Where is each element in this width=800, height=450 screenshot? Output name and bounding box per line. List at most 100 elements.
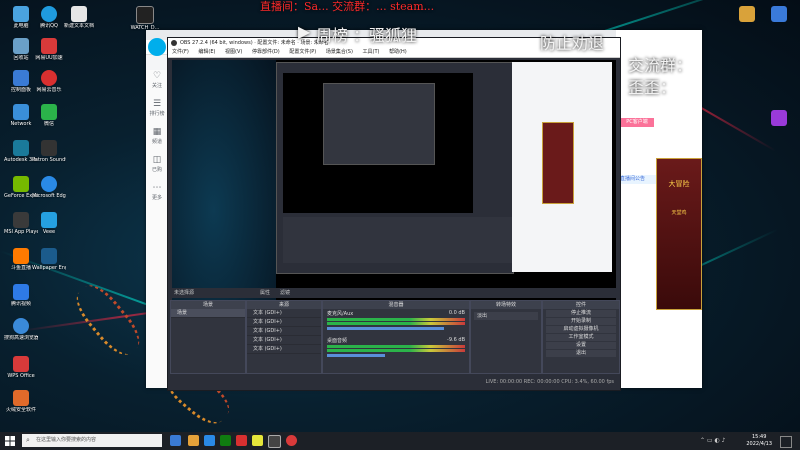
menu-file[interactable]: 文件(F) xyxy=(172,49,189,55)
menu-profile[interactable]: 配置文件(P) xyxy=(289,49,316,55)
channel-icon: ▦ xyxy=(152,127,162,137)
desktop-icon-watch-dogs[interactable]: WATCH_D... xyxy=(128,6,162,31)
source-item[interactable]: 文本 (GDI+) xyxy=(247,309,321,318)
notification-icon[interactable] xyxy=(780,436,792,448)
mixer-channel-label: 桌面音频 -9.6 dB xyxy=(327,337,465,344)
desktop-icon-qq[interactable]: 腾讯QQ xyxy=(32,6,66,29)
soundtrack-icon xyxy=(41,140,57,156)
desktop-icon-uu[interactable]: 网易UU加速 xyxy=(32,38,66,61)
menu-docks[interactable]: 停靠部件(D) xyxy=(252,49,280,55)
mixer-channel-label: 麦克风/Aux 0.0 dB xyxy=(327,310,465,317)
task-view-icon[interactable] xyxy=(170,435,181,446)
taskbar-clock[interactable]: 15:49 2022/4/13 xyxy=(746,434,772,448)
desktop-icon-top-right[interactable] xyxy=(762,6,796,22)
nested-preview-screen xyxy=(283,73,473,213)
source-item[interactable]: 文本 (GDI+) xyxy=(247,336,321,345)
virtual-camera-button[interactable]: 启动虚拟摄像机 xyxy=(546,326,616,333)
mixer-meter xyxy=(327,318,465,321)
search-icon: ⌕ xyxy=(26,436,30,444)
scene-item[interactable]: 场景 xyxy=(171,309,245,318)
nested-preview-inner xyxy=(323,83,435,165)
source-item[interactable]: 文本 (GDI+) xyxy=(247,345,321,354)
studio-mode-button[interactable]: 工作室模式 xyxy=(546,334,616,341)
wechat-icon xyxy=(41,104,57,120)
overlay-yy: 歪歪： xyxy=(628,78,677,97)
settings-button[interactable]: 设置 xyxy=(546,342,616,349)
3dsmax-icon xyxy=(13,140,29,156)
pc-client-button[interactable]: PC客户端 xyxy=(620,118,654,127)
menu-view[interactable]: 视图(V) xyxy=(225,49,242,55)
sidebar-item-rank[interactable]: ☰ 排行榜 xyxy=(146,98,168,126)
desktop-icon-netease-music[interactable]: 网易云音乐 xyxy=(32,70,66,93)
sidebar-item-purchased[interactable]: ◫ 已购 xyxy=(146,154,168,182)
nvidia-icon xyxy=(13,176,29,192)
overlay-warning: 防止劝退 xyxy=(540,34,605,53)
desktop-icon-sogou-browser[interactable]: 搜狗高速浏览器 xyxy=(4,318,38,341)
file-explorer-icon[interactable] xyxy=(188,435,199,446)
properties-button[interactable]: 属性 xyxy=(260,288,270,298)
audio-mixer-dock: 混音器 麦克风/Aux 0.0 dB 桌面音频 -9.6 dB xyxy=(322,300,470,374)
rank-icon: ☰ xyxy=(152,99,162,109)
menu-scene-collection[interactable]: 场景集合(S) xyxy=(326,49,353,55)
exit-button[interactable]: 退出 xyxy=(546,350,616,357)
desktop-icon-top-right[interactable] xyxy=(762,110,796,126)
obs-preview[interactable] xyxy=(172,60,616,310)
sidebar-item-channel[interactable]: ▦ 频道 xyxy=(146,126,168,154)
stop-streaming-button[interactable]: 停止推流 xyxy=(546,310,616,317)
notice-tab[interactable]: 直播间公告 xyxy=(620,175,660,184)
overlay-top-text: 直播间：Sa... 交流群：... steam... xyxy=(260,0,435,13)
scenes-dock: 场景 场景 xyxy=(170,300,246,374)
start-recording-button[interactable]: 开始录制 xyxy=(546,318,616,325)
volume-slider[interactable] xyxy=(327,354,386,357)
document-icon xyxy=(71,6,87,22)
mixer-meter xyxy=(327,322,465,325)
bilibili-logo[interactable] xyxy=(148,38,166,56)
edge-icon xyxy=(41,176,57,192)
xbox-icon[interactable] xyxy=(220,435,231,446)
windows-start-icon[interactable] xyxy=(5,436,15,446)
overlay-left-marker: ▶ xyxy=(298,22,311,41)
tray-icons[interactable]: ⌃ ▭ ◐ ♪ xyxy=(700,437,725,444)
source-item[interactable]: 文本 (GDI+) xyxy=(247,318,321,327)
desktop-icon-top-right[interactable] xyxy=(730,6,764,22)
nested-gift-banner xyxy=(542,122,574,204)
gift-banner[interactable]: 大冒险 天堂鸡 xyxy=(656,158,702,310)
desktop-icon-wps[interactable]: WPS Office xyxy=(4,356,38,379)
menu-tools[interactable]: 工具(T) xyxy=(363,49,380,55)
computer-icon xyxy=(13,6,29,22)
music-icon xyxy=(41,70,57,86)
obs-taskbar-icon[interactable] xyxy=(268,435,281,448)
desktop-icon-huorong[interactable]: 火绒安全软件 xyxy=(4,390,38,413)
app-icon xyxy=(771,110,787,126)
nested-obs-preview xyxy=(276,62,514,274)
transitions-dock: 转场特效 淡出 xyxy=(470,300,542,374)
taskbar-app-icon[interactable] xyxy=(252,435,263,446)
desktop-icon-edge[interactable]: Microsoft Edge xyxy=(32,176,66,199)
sidebar-item-follow[interactable]: ♡ 关注 xyxy=(146,70,168,98)
desktop-icon-wallpaper-engine[interactable]: Wallpaper Engine xyxy=(32,248,66,271)
menu-help[interactable]: 帮助(H) xyxy=(389,49,407,55)
desktop-icon-tencent-video[interactable]: 腾讯视频 xyxy=(4,284,38,307)
network-icon xyxy=(13,104,29,120)
netease-icon[interactable] xyxy=(236,435,247,446)
volume-slider[interactable] xyxy=(327,327,444,330)
menu-edit[interactable]: 编辑(E) xyxy=(198,49,215,55)
filters-button[interactable]: 滤镜 xyxy=(280,288,290,298)
desktop-icon-wechat[interactable]: 微信 xyxy=(32,104,66,127)
sidebar-item-more[interactable]: ⋯ 更多 xyxy=(146,182,168,210)
nested-docks xyxy=(283,217,513,263)
qq-icon xyxy=(41,6,57,22)
game-icon xyxy=(136,6,154,24)
recycle-bin-icon xyxy=(13,38,29,54)
obs-window[interactable]: OBS 27.2.4 (64 bit, windows) · 配置文件: 未命名… xyxy=(167,37,621,391)
taskbar-app-icon[interactable] xyxy=(204,435,215,446)
source-toolbar: 未选择源 属性 滤镜 xyxy=(168,288,620,298)
transition-select[interactable]: 淡出 xyxy=(474,312,538,320)
desktop-icon-patron[interactable]: Patron Soundtrack xyxy=(32,140,66,163)
taskbar-app-icon[interactable] xyxy=(286,435,297,446)
taskbar-search-input[interactable]: ⌕ 在这里输入你要搜索的内容 xyxy=(22,434,162,447)
uu-icon xyxy=(41,38,57,54)
desktop-icon-text-doc[interactable]: 新建文本文档 xyxy=(62,6,96,29)
desktop-icon-veee[interactable]: Veee xyxy=(32,212,66,235)
source-item[interactable]: 文本 (GDI+) xyxy=(247,327,321,336)
